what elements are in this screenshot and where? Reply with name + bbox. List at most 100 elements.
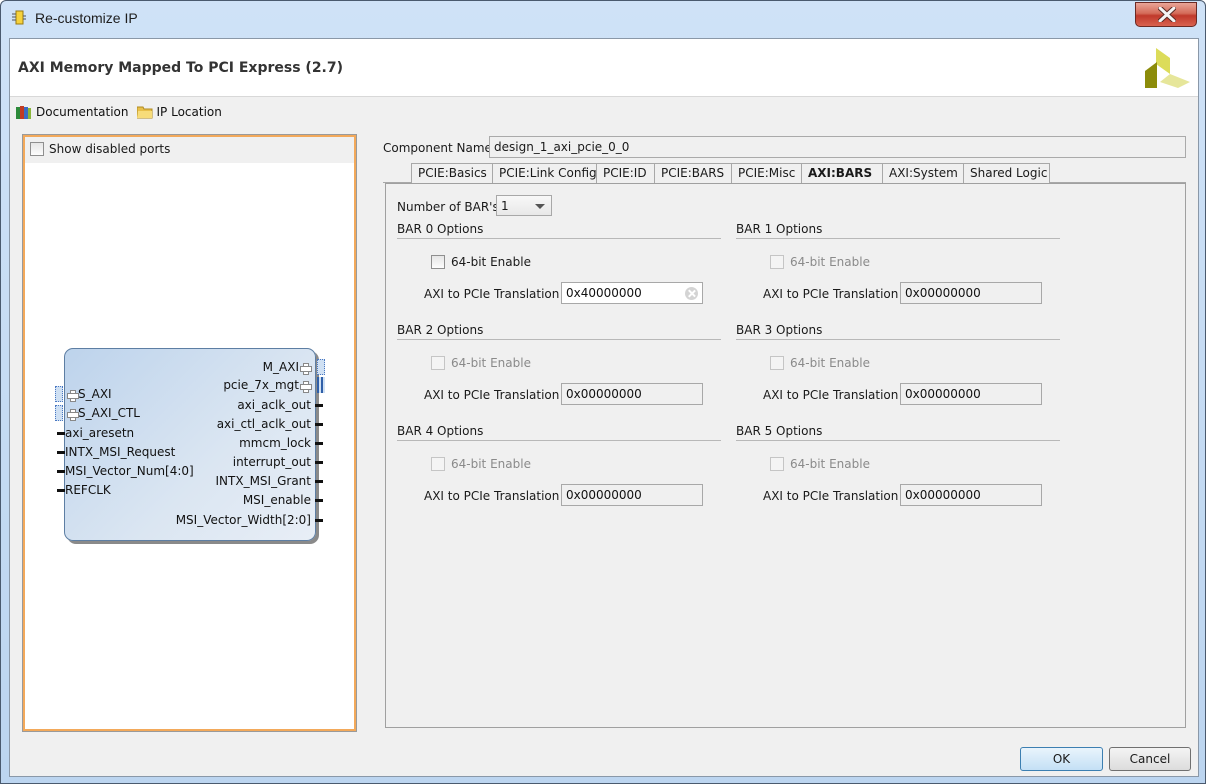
expand-plus-icon[interactable] — [300, 362, 312, 375]
ip-location-button[interactable]: IP Location — [136, 105, 222, 119]
bar-64bit-checkbox[interactable] — [431, 255, 445, 269]
port-intx-msi-request[interactable]: INTX_MSI_Request — [57, 445, 176, 459]
bar-translation-value: 0x00000000 — [905, 387, 981, 401]
bar-options-title: BAR 0 Options — [397, 222, 721, 239]
clear-icon[interactable] — [685, 287, 698, 300]
port-s-axi-ctl[interactable]: S_AXI_CTL — [55, 405, 140, 421]
bar-3-options: BAR 3 Options 64-bit Enable AXI to PCIe Tr… — [736, 323, 1060, 413]
bar-translation-label: AXI to PCIe Translation — [763, 388, 899, 402]
ok-button[interactable]: OK — [1020, 747, 1103, 771]
bar-64bit-checkbox — [770, 457, 784, 471]
pin-icon — [315, 499, 323, 502]
expand-plus-icon[interactable] — [67, 389, 79, 402]
bar-translation-value: 0x00000000 — [905, 286, 981, 300]
bar-1-options: BAR 1 Options 64-bit Enable AXI to PCIe Tr… — [736, 222, 1060, 312]
bar-translation-value: 0x00000000 — [905, 488, 981, 502]
bar-translation-value: 0x00000000 — [566, 488, 642, 502]
port-axi-aclk-out[interactable]: axi_aclk_out — [237, 398, 323, 412]
bar-64bit-enable: 64-bit Enable — [770, 255, 870, 269]
bar-translation-label: AXI to PCIe Translation — [763, 287, 899, 301]
tab-axi-bars[interactable]: AXI:BARS — [801, 163, 883, 184]
bus-interface-icon — [55, 386, 63, 402]
bar-options-title: BAR 4 Options — [397, 424, 721, 441]
port-label: MSI_Vector_Num[4:0] — [65, 464, 194, 478]
port-msi-enable[interactable]: MSI_enable — [243, 493, 323, 507]
port-axi-aresetn[interactable]: axi_aresetn — [57, 426, 134, 440]
cancel-button[interactable]: Cancel — [1109, 747, 1191, 771]
close-icon — [1158, 7, 1176, 22]
port-msi-vector-width-2-0-[interactable]: MSI_Vector_Width[2:0] — [175, 513, 323, 527]
number-of-bars-label: Number of BAR's — [397, 200, 499, 214]
bar-options-title: BAR 3 Options — [736, 323, 1060, 340]
pin-icon — [315, 461, 323, 464]
expand-plus-icon[interactable] — [300, 380, 312, 393]
port-interrupt-out[interactable]: interrupt_out — [232, 455, 323, 469]
dialog-content: AXI Memory Mapped To PCI Express (2.7) D… — [9, 38, 1199, 777]
bar-64bit-label: 64-bit Enable — [451, 457, 531, 471]
show-disabled-ports-toggle[interactable]: Show disabled ports — [30, 142, 170, 156]
port-msi-vector-num-4-0-[interactable]: MSI_Vector_Num[4:0] — [57, 464, 194, 478]
bus-interface-icon — [55, 405, 63, 421]
close-button[interactable] — [1135, 2, 1197, 27]
pin-icon — [315, 423, 323, 426]
bar-translation-field: 0x00000000 — [900, 484, 1042, 506]
bar-options-title: BAR 5 Options — [736, 424, 1060, 441]
bus-interface-icon — [317, 359, 325, 375]
pin-icon — [315, 480, 323, 483]
bar-64bit-checkbox — [431, 457, 445, 471]
tab-shared-logic[interactable]: Shared Logic — [963, 163, 1050, 183]
chevron-down-icon — [535, 204, 545, 209]
tab-pcie-id[interactable]: PCIE:ID — [596, 163, 655, 183]
show-disabled-ports-checkbox[interactable] — [30, 142, 44, 156]
bar-translation-field: 0x00000000 — [900, 282, 1042, 304]
bar-options-title: BAR 2 Options — [397, 323, 721, 340]
pin-icon — [315, 404, 323, 407]
bar-64bit-checkbox — [770, 356, 784, 370]
symbol-panel-toolbar: Show disabled ports — [25, 137, 354, 163]
component-name-field[interactable]: design_1_axi_pcie_0_0 — [489, 136, 1186, 158]
port-label: interrupt_out — [232, 455, 311, 469]
port-label: MSI_Vector_Width[2:0] — [175, 513, 311, 527]
port-label: axi_ctl_aclk_out — [216, 417, 311, 431]
port-label: S_AXI — [78, 387, 112, 401]
bar-translation-label: AXI to PCIe Translation — [424, 287, 560, 301]
title-bar[interactable]: Re-customize IP — [1, 1, 1205, 35]
port-axi-ctl-aclk-out[interactable]: axi_ctl_aclk_out — [216, 417, 323, 431]
axi-bars-panel: Number of BAR's 1 BAR 0 Options 64-bit En… — [385, 183, 1186, 728]
tab-pcie-misc[interactable]: PCIE:Misc — [731, 163, 802, 183]
ip-toolbar: Documentation IP Location — [16, 103, 226, 121]
books-icon — [16, 106, 31, 119]
port-intx-msi-grant[interactable]: INTX_MSI_Grant — [216, 474, 323, 488]
port-mmcm-lock[interactable]: mmcm_lock — [239, 436, 323, 450]
tab-pcie-bars[interactable]: PCIE:BARS — [654, 163, 732, 183]
window-title: Re-customize IP — [35, 10, 138, 26]
bar-translation-field: 0x00000000 — [561, 383, 703, 405]
port-m-axi[interactable]: M_AXI — [263, 359, 325, 375]
bar-64bit-enable[interactable]: 64-bit Enable — [431, 255, 531, 269]
bar-translation-label: AXI to PCIe Translation — [424, 388, 560, 402]
documentation-button[interactable]: Documentation — [16, 105, 129, 119]
pin-icon — [57, 432, 65, 435]
bar-5-options: BAR 5 Options 64-bit Enable AXI to PCIe Tr… — [736, 424, 1060, 514]
tab-pcie-link-config[interactable]: PCIE:Link Config — [492, 163, 597, 183]
tab-pcie-basics[interactable]: PCIE:Basics — [411, 163, 493, 183]
bar-translation-value: 0x00000000 — [566, 387, 642, 401]
bar-64bit-enable: 64-bit Enable — [770, 457, 870, 471]
port-label: INTX_MSI_Request — [65, 445, 176, 459]
pin-icon — [57, 489, 65, 492]
bar-translation-field[interactable]: 0x40000000 — [561, 282, 703, 304]
expand-plus-icon[interactable] — [67, 408, 79, 421]
tab-axi-system[interactable]: AXI:System — [882, 163, 964, 183]
show-disabled-ports-label: Show disabled ports — [49, 142, 171, 156]
port-label: pcie_7x_mgt — [223, 378, 299, 392]
port-refclk[interactable]: REFCLK — [57, 483, 111, 497]
number-of-bars-select[interactable]: 1 — [496, 195, 552, 216]
port-pcie-7x-mgt[interactable]: pcie_7x_mgt — [223, 377, 325, 393]
bar-64bit-enable: 64-bit Enable — [431, 457, 531, 471]
port-label: axi_aclk_out — [237, 398, 311, 412]
ip-block-symbol[interactable]: S_AXI S_AXI_CTL axi_aresetn INTX_MSI_Reques… — [55, 348, 325, 541]
bar-64bit-enable: 64-bit Enable — [770, 356, 870, 370]
port-s-axi[interactable]: S_AXI — [55, 386, 112, 402]
component-name-label: Component Name — [383, 141, 492, 155]
bar-64bit-label: 64-bit Enable — [790, 255, 870, 269]
